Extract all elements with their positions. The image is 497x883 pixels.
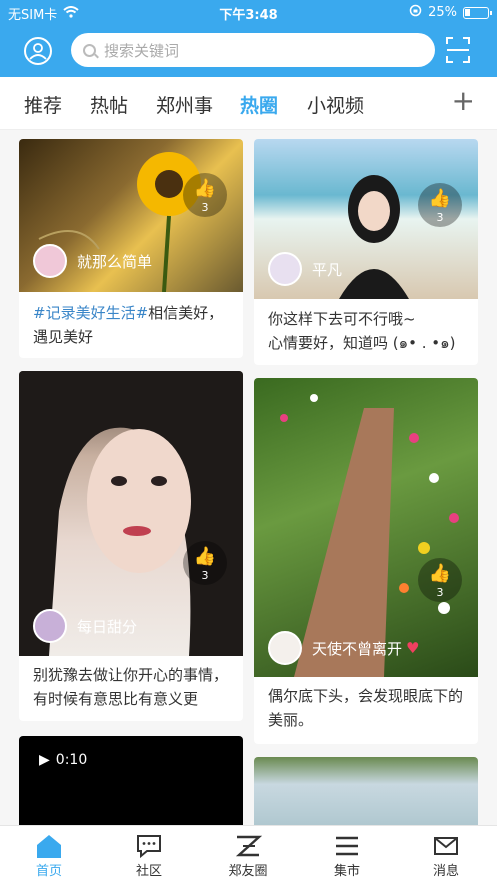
search-input[interactable]: 搜索关键词 bbox=[71, 33, 435, 67]
tab-friends-circle[interactable]: 郑友圈 bbox=[218, 832, 278, 879]
battery-percent: 25% bbox=[428, 5, 457, 20]
author-name: 就那么简单 bbox=[77, 252, 153, 271]
like-count: 3 bbox=[436, 586, 444, 599]
tab-label: 郑友圈 bbox=[228, 864, 268, 879]
tab-zhengzhou[interactable]: 郑州事 bbox=[156, 91, 213, 118]
like-count: 3 bbox=[436, 211, 444, 224]
bottom-tab-bar: 首页 社区 郑友圈 集市 消息 bbox=[0, 825, 497, 883]
add-channel-icon[interactable]: + bbox=[452, 87, 475, 115]
tab-label: 集市 bbox=[333, 864, 360, 879]
channel-tabs: 推荐 热帖 郑州事 热圈 小视频 + bbox=[0, 77, 497, 130]
profile-avatar-button[interactable] bbox=[24, 37, 52, 65]
tab-community[interactable]: 社区 bbox=[119, 832, 179, 879]
video-duration: ▶ 0:10 bbox=[39, 752, 87, 768]
post-image bbox=[254, 757, 478, 825]
post-caption: 偶尔底下头，会发现眼底下的美丽。 bbox=[268, 687, 464, 729]
like-button[interactable]: 👍 3 bbox=[418, 183, 462, 227]
tab-recommend[interactable]: 推荐 bbox=[24, 91, 62, 118]
heart-icon: ♥ bbox=[406, 639, 420, 657]
tab-label: 社区 bbox=[135, 864, 162, 879]
tab-hot-circle[interactable]: 热圈 bbox=[240, 91, 278, 118]
search-placeholder: 搜索关键词 bbox=[104, 41, 180, 60]
like-count: 3 bbox=[201, 569, 209, 582]
author-name: 天使不曾离开 bbox=[312, 639, 403, 658]
post-card[interactable] bbox=[254, 757, 478, 825]
thumbs-up-icon: 👍 bbox=[428, 563, 452, 584]
rotation-lock-icon bbox=[409, 4, 422, 21]
video-card[interactable]: ▶ 0:10 bbox=[19, 736, 243, 825]
avatar bbox=[33, 244, 67, 278]
tab-short-video[interactable]: 小视频 bbox=[307, 91, 364, 118]
header: 无SIM卡 下午3:48 25% 搜索关键词 bbox=[0, 0, 497, 77]
play-icon: ▶ bbox=[39, 752, 50, 768]
list-icon bbox=[317, 832, 377, 860]
mail-icon bbox=[416, 832, 476, 860]
post-caption: 别犹豫去做让你开心的事情，有时候有意思比有意义更 bbox=[33, 666, 229, 708]
post-card[interactable]: 👍 3 平凡 你这样下去可不行哦~ 心情要好，知道吗 (๑• . •๑) bbox=[254, 139, 478, 365]
hashtag-link[interactable]: #记录美好生活# bbox=[33, 304, 148, 322]
author-name: 每日甜分 bbox=[77, 617, 138, 636]
search-icon bbox=[83, 43, 96, 57]
home-icon bbox=[19, 832, 79, 860]
post-author[interactable]: 每日甜分 bbox=[33, 609, 137, 643]
post-caption: #记录美好生活#相信美好，遇见美好 bbox=[33, 301, 231, 349]
tab-messages[interactable]: 消息 bbox=[416, 832, 476, 879]
zhengyou-logo-icon bbox=[218, 832, 278, 860]
tab-hot-posts[interactable]: 热帖 bbox=[90, 91, 128, 118]
thumbs-up-icon: 👍 bbox=[193, 546, 217, 567]
post-card[interactable]: 👍 3 就那么简单 #记录美好生活#相信美好，遇见美好 bbox=[19, 139, 243, 358]
post-card[interactable]: 👍 3 天使不曾离开 ♥ 偶尔底下头，会发现眼底下的美丽。 bbox=[254, 378, 478, 744]
post-author[interactable]: 就那么简单 bbox=[33, 244, 152, 278]
tab-home[interactable]: 首页 bbox=[19, 832, 79, 879]
post-author[interactable]: 平凡 bbox=[268, 252, 342, 286]
post-caption: 你这样下去可不行哦~ 心情要好，知道吗 (๑• . •๑) bbox=[268, 310, 456, 352]
avatar bbox=[268, 252, 302, 286]
like-button[interactable]: 👍 3 bbox=[183, 173, 227, 217]
like-button[interactable]: 👍 3 bbox=[418, 558, 462, 602]
tab-market[interactable]: 集市 bbox=[317, 832, 377, 879]
battery-icon bbox=[463, 6, 492, 19]
scan-icon[interactable] bbox=[445, 36, 471, 64]
chat-icon bbox=[119, 832, 179, 860]
author-name: 平凡 bbox=[312, 260, 343, 279]
like-button[interactable]: 👍 3 bbox=[183, 541, 227, 585]
post-author[interactable]: 天使不曾离开 ♥ bbox=[268, 631, 419, 665]
like-count: 3 bbox=[201, 201, 209, 214]
tab-label: 消息 bbox=[432, 864, 459, 879]
tab-label: 首页 bbox=[35, 864, 62, 879]
post-card[interactable]: 👍 3 每日甜分 别犹豫去做让你开心的事情，有时候有意思比有意义更 bbox=[19, 371, 243, 721]
avatar bbox=[33, 609, 67, 643]
avatar bbox=[268, 631, 302, 665]
video-time: 0:10 bbox=[55, 752, 88, 768]
status-bar: 无SIM卡 下午3:48 25% bbox=[0, 0, 497, 26]
thumbs-up-icon: 👍 bbox=[193, 178, 217, 199]
thumbs-up-icon: 👍 bbox=[428, 188, 452, 209]
